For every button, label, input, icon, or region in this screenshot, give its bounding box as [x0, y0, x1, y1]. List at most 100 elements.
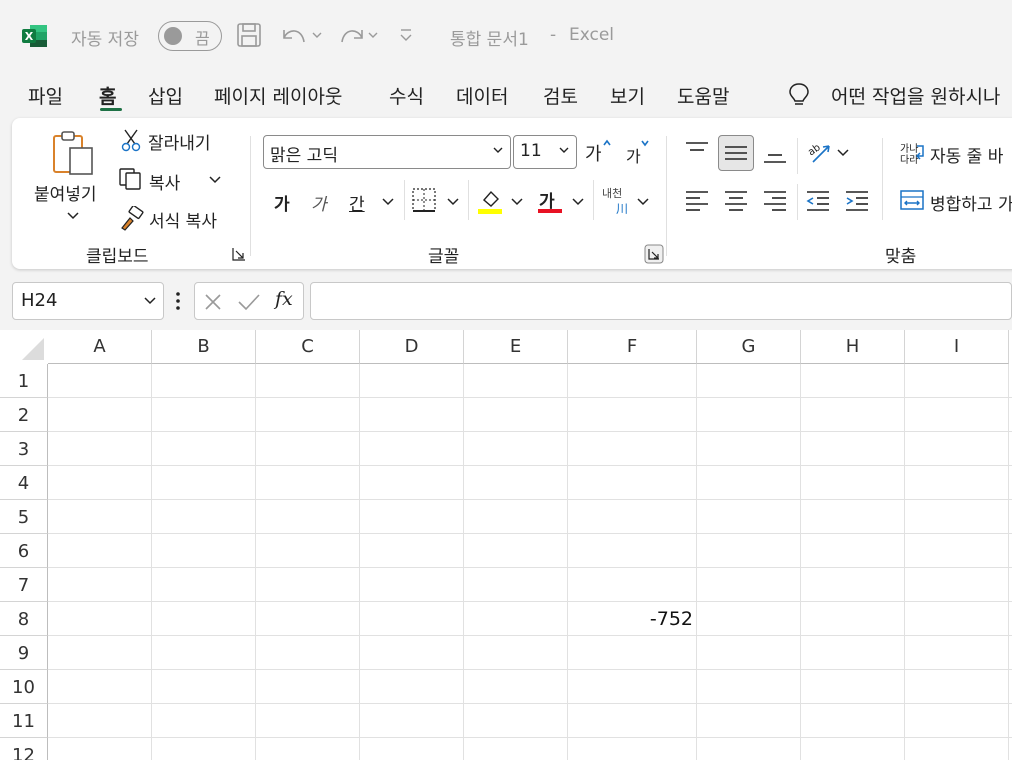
copy-button[interactable]: 복사 — [149, 169, 180, 194]
tab-file[interactable]: 파일 — [28, 82, 63, 109]
row-header-10[interactable]: 10 — [0, 670, 48, 704]
select-all-button[interactable] — [0, 330, 48, 364]
column-header-h[interactable]: H — [801, 330, 905, 364]
font-color-dropdown-icon[interactable] — [571, 196, 585, 208]
phonetic-dropdown-icon[interactable] — [636, 196, 650, 208]
italic-button[interactable]: 가 — [311, 190, 327, 215]
column-header-f[interactable]: F — [568, 330, 697, 364]
cell-f8[interactable]: -752 — [568, 608, 693, 630]
tab-review[interactable]: 검토 — [543, 82, 578, 109]
orientation-dropdown-icon[interactable] — [836, 147, 850, 159]
separator — [882, 138, 883, 220]
gridline — [359, 364, 360, 760]
tab-home[interactable]: 홈 — [99, 82, 116, 109]
align-top-icon[interactable] — [684, 140, 710, 162]
tab-page-layout[interactable]: 페이지 레이아웃 — [214, 82, 342, 109]
row-header-12[interactable]: 12 — [0, 738, 48, 760]
tab-help[interactable]: 도움말 — [677, 82, 729, 109]
alignment-group-label: 맞춤 — [885, 247, 917, 267]
font-size-dropdown[interactable]: 11 — [513, 135, 577, 169]
fill-color-icon[interactable] — [476, 186, 504, 214]
underline-button[interactable]: 간 — [349, 190, 365, 215]
row-header-3[interactable]: 3 — [0, 432, 48, 466]
borders-icon[interactable] — [411, 187, 437, 213]
column-header-b[interactable]: B — [152, 330, 256, 364]
name-box[interactable]: H24 — [12, 282, 164, 320]
tab-insert[interactable]: 삽입 — [148, 82, 183, 109]
insert-function-button[interactable]: fx — [275, 288, 293, 310]
clipboard-launcher-icon[interactable] — [232, 247, 246, 261]
font-size-value: 11 — [520, 141, 542, 161]
merge-center-icon[interactable] — [899, 188, 925, 212]
cut-button[interactable]: 잘라내기 — [148, 129, 211, 154]
spreadsheet-grid[interactable]: A B C D E F G H I 1 2 3 4 5 6 7 8 9 10 1… — [0, 330, 1012, 760]
column-header-g[interactable]: G — [697, 330, 801, 364]
scissors-icon[interactable] — [120, 128, 142, 152]
fill-color-dropdown-icon[interactable] — [510, 196, 524, 208]
gridline — [48, 669, 1012, 670]
search-input[interactable]: 어떤 작업을 원하시나 — [831, 82, 1000, 109]
increase-font-button[interactable]: 가 — [585, 140, 602, 166]
save-icon[interactable] — [234, 20, 264, 50]
align-bottom-icon[interactable] — [762, 144, 788, 166]
increase-indent-icon[interactable] — [844, 188, 870, 212]
tab-data[interactable]: 데이터 — [456, 82, 508, 109]
wrap-text-button[interactable]: 자동 줄 바 — [930, 142, 1003, 167]
lightbulb-icon — [789, 83, 809, 105]
row-header-4[interactable]: 4 — [0, 466, 48, 500]
align-center-icon[interactable] — [723, 188, 749, 212]
font-name-dropdown[interactable]: 맑은 고딕 — [263, 135, 511, 169]
row-header-7[interactable]: 7 — [0, 568, 48, 602]
paste-button[interactable]: 붙여넣기 — [34, 180, 97, 205]
more-options-icon[interactable] — [174, 290, 182, 312]
font-launcher-icon[interactable] — [644, 244, 664, 264]
phonetic-guide-top[interactable]: 내천 — [602, 185, 622, 201]
align-left-icon[interactable] — [684, 188, 710, 212]
align-right-icon[interactable] — [762, 188, 788, 212]
row-header-1[interactable]: 1 — [0, 364, 48, 398]
merge-center-button[interactable]: 병합하고 가 — [930, 190, 1012, 215]
decrease-indent-icon[interactable] — [805, 188, 831, 212]
decrease-font-button[interactable]: 가 — [626, 143, 641, 167]
font-color-bar — [538, 209, 562, 213]
customize-toolbar-icon[interactable] — [396, 20, 416, 50]
text-orientation-icon[interactable]: ab — [805, 138, 833, 166]
tab-view[interactable]: 보기 — [610, 82, 645, 109]
column-header-d[interactable]: D — [360, 330, 464, 364]
paste-icon[interactable] — [48, 128, 98, 178]
separator — [797, 184, 798, 220]
paste-dropdown-icon[interactable] — [66, 210, 80, 222]
phonetic-guide-bottom[interactable]: 川 — [616, 200, 628, 217]
row-header-9[interactable]: 9 — [0, 636, 48, 670]
row-header-11[interactable]: 11 — [0, 704, 48, 738]
caret-down-icon — [641, 140, 649, 147]
row-header-2[interactable]: 2 — [0, 398, 48, 432]
gridline — [48, 567, 1012, 568]
enter-icon[interactable] — [237, 292, 261, 312]
redo-icon[interactable] — [336, 20, 382, 50]
underline-dropdown-icon[interactable] — [381, 196, 395, 208]
tab-formulas[interactable]: 수식 — [389, 82, 424, 109]
borders-dropdown-icon[interactable] — [446, 196, 460, 208]
bold-button[interactable]: 가 — [274, 190, 290, 215]
cancel-icon[interactable] — [203, 292, 223, 312]
column-header-e[interactable]: E — [464, 330, 568, 364]
row-header-6[interactable]: 6 — [0, 534, 48, 568]
row-header-8[interactable]: 8 — [0, 602, 48, 636]
column-header-a[interactable]: A — [48, 330, 152, 364]
gridline — [463, 364, 464, 760]
row-header-5[interactable]: 5 — [0, 500, 48, 534]
format-painter-icon[interactable] — [118, 206, 144, 232]
font-name-value: 맑은 고딕 — [270, 146, 338, 166]
formula-input[interactable] — [310, 282, 1012, 320]
title-separator: - — [550, 25, 557, 45]
autosave-toggle[interactable]: 끔 — [158, 21, 222, 51]
separator — [468, 180, 469, 220]
column-header-i[interactable]: I — [905, 330, 1009, 364]
format-painter-button[interactable]: 서식 복사 — [149, 207, 217, 232]
undo-icon[interactable] — [278, 20, 324, 50]
copy-icon[interactable] — [118, 167, 144, 191]
column-header-c[interactable]: C — [256, 330, 360, 364]
copy-dropdown-icon[interactable] — [208, 174, 222, 186]
gridline — [48, 635, 1012, 636]
